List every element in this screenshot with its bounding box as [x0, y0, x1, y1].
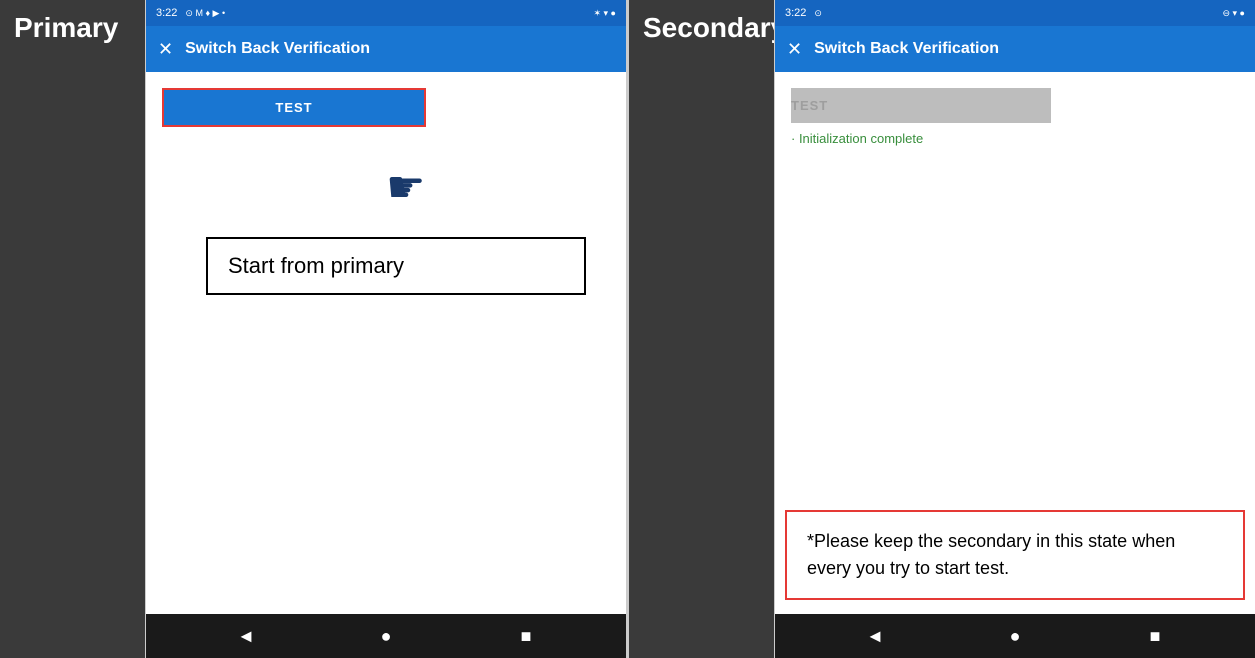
secondary-phone-frame: 3:22 ⊙ ⊖ ▾ ● ✕ Switch Back Verification … [774, 0, 1255, 658]
secondary-status-bar: 3:22 ⊙ ⊖ ▾ ● [775, 0, 1255, 26]
secondary-test-button-container: TEST [791, 88, 1239, 123]
primary-time: 3:22 [156, 7, 177, 19]
primary-nav-back[interactable]: ◄ [230, 620, 262, 652]
secondary-app-bar-title: Switch Back Verification [814, 40, 999, 58]
primary-phone-frame: 3:22 ⊙ M ♦ ▶ • ✶ ▾ ● ✕ Switch Back Verif… [145, 0, 626, 658]
secondary-app-bar: ✕ Switch Back Verification [775, 26, 1255, 72]
secondary-panel: Secondary 3:22 ⊙ ⊖ ▾ ● ✕ Switch Back Ver… [629, 0, 1255, 658]
secondary-note-box: *Please keep the secondary in this state… [785, 510, 1245, 600]
primary-callout-text: Start from primary [228, 253, 404, 278]
primary-status-icons-left: ⊙ M ♦ ▶ • [185, 8, 225, 19]
secondary-nav-home[interactable]: ● [999, 620, 1031, 652]
secondary-test-button: TEST [791, 88, 1051, 123]
primary-status-left: 3:22 ⊙ M ♦ ▶ • [156, 7, 225, 19]
secondary-label: Secondary [629, 0, 774, 658]
secondary-status-left: 3:22 ⊙ [785, 7, 822, 19]
secondary-label-text: Secondary [643, 12, 786, 44]
secondary-content: TEST · Initialization complete *Please k… [775, 72, 1255, 614]
primary-nav-home[interactable]: ● [370, 620, 402, 652]
primary-close-icon[interactable]: ✕ [158, 39, 173, 60]
secondary-status-right: ⊖ ▾ ● [1223, 8, 1246, 19]
secondary-nav-back[interactable]: ◄ [859, 620, 891, 652]
primary-status-bar: 3:22 ⊙ M ♦ ▶ • ✶ ▾ ● [146, 0, 626, 26]
primary-test-button[interactable]: TEST [164, 90, 424, 125]
primary-app-bar-title: Switch Back Verification [185, 40, 370, 58]
secondary-note-text: *Please keep the secondary in this state… [807, 531, 1175, 578]
primary-test-button-wrapper: TEST [162, 88, 426, 127]
secondary-bottom-nav: ◄ ● ■ [775, 614, 1255, 658]
primary-content: TEST ☛ Start from primary [146, 72, 626, 614]
primary-status-icons-right: ✶ ▾ ● [594, 8, 617, 19]
primary-callout-box: Start from primary [206, 237, 586, 295]
primary-label: Primary [0, 0, 145, 658]
primary-nav-recent[interactable]: ■ [510, 620, 542, 652]
secondary-time: 3:22 [785, 7, 806, 19]
primary-app-bar: ✕ Switch Back Verification [146, 26, 626, 72]
primary-panel: Primary 3:22 ⊙ M ♦ ▶ • ✶ ▾ ● ✕ Switch Ba… [0, 0, 626, 658]
cursor-hand-icon: ☛ [386, 162, 425, 213]
primary-bottom-nav: ◄ ● ■ [146, 614, 626, 658]
primary-status-right: ✶ ▾ ● [594, 8, 617, 19]
secondary-close-icon[interactable]: ✕ [787, 39, 802, 60]
secondary-init-message: · Initialization complete [791, 131, 1239, 146]
secondary-nav-recent[interactable]: ■ [1139, 620, 1171, 652]
secondary-status-icons-left: ⊙ [814, 8, 822, 19]
primary-label-text: Primary [14, 12, 118, 44]
secondary-status-icons-right: ⊖ ▾ ● [1223, 8, 1246, 19]
